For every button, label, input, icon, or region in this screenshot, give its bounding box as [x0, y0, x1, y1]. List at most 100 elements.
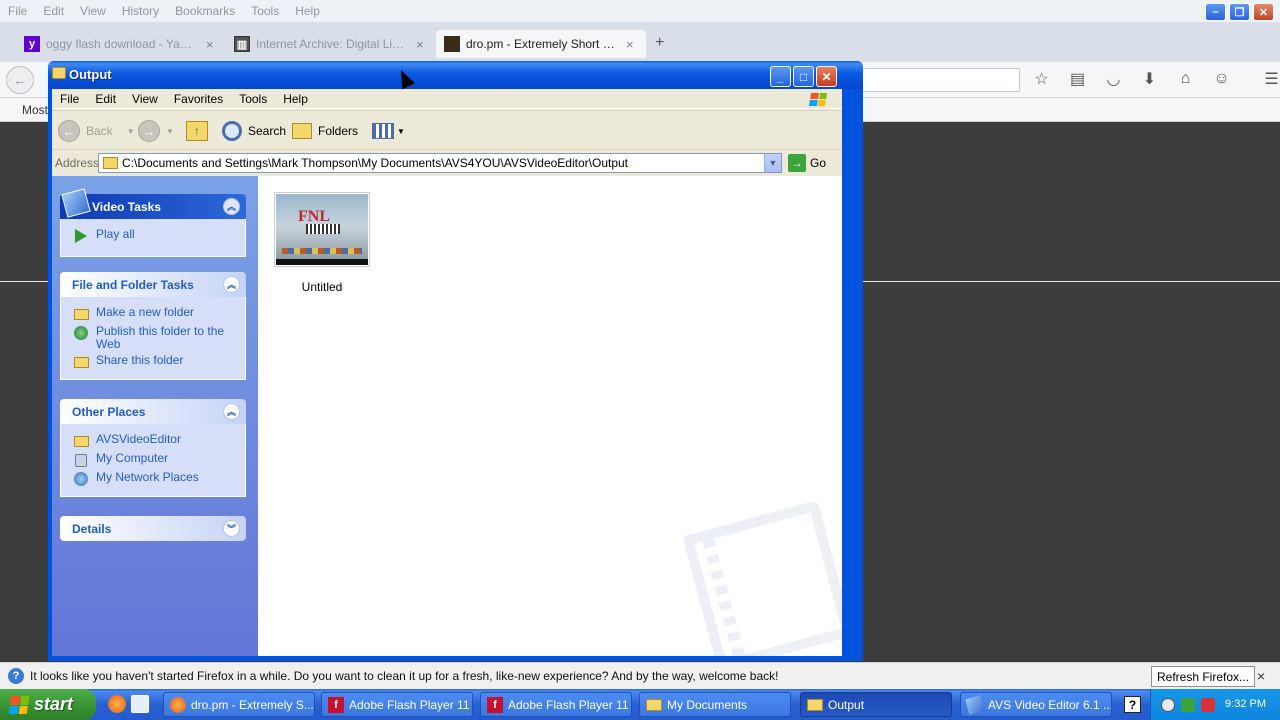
- folders-icon: [292, 123, 312, 139]
- firefox-restore-button[interactable]: ❐: [1229, 3, 1250, 21]
- firefox-quicklaunch-icon[interactable]: [108, 695, 126, 713]
- taskbar-item-output[interactable]: Output: [800, 692, 952, 717]
- firefox-tabbar: y oggy flash download - Yahoo ... × ▥ In…: [0, 22, 1280, 62]
- tab-yahoo[interactable]: y oggy flash download - Yahoo ... ×: [16, 30, 222, 58]
- share-folder-link[interactable]: Share this folder: [73, 354, 245, 370]
- taskbar-item-dro-pm[interactable]: dro.pm - Extremely S...: [163, 692, 315, 717]
- play-all-link[interactable]: Play all: [73, 228, 245, 244]
- firefox-menu-view[interactable]: View: [72, 4, 114, 18]
- address-dropdown-icon[interactable]: ▼: [764, 154, 781, 172]
- my-network-places-link[interactable]: My Network Places: [73, 471, 245, 487]
- details-header[interactable]: Details ︾: [60, 516, 246, 541]
- tab-label: dro.pm - Extremely Short Links: [466, 37, 616, 51]
- collapse-chevron-icon[interactable]: ︽: [223, 276, 240, 293]
- publish-folder-link[interactable]: Publish this folder to the Web: [73, 325, 245, 351]
- explorer-menubar: File Edit View Favorites Tools Help: [52, 89, 842, 109]
- firefox-menu-help[interactable]: Help: [287, 4, 328, 18]
- taskbar-item-flash-1[interactable]: f Adobe Flash Player 11: [321, 692, 473, 717]
- menu-file[interactable]: File: [52, 92, 87, 106]
- minimize-button[interactable]: _: [770, 66, 791, 87]
- reading-list-icon[interactable]: ▤: [1066, 68, 1089, 90]
- task-label: AVS Video Editor 6.1 ...: [988, 697, 1112, 712]
- tab-close-icon[interactable]: ×: [206, 37, 214, 52]
- collapse-chevron-icon[interactable]: ︽: [223, 403, 240, 420]
- thumbnail-strip: [282, 248, 362, 254]
- start-button[interactable]: start: [0, 689, 96, 720]
- expand-chevron-icon[interactable]: ︾: [223, 520, 240, 537]
- explorer-body: File Edit View Favorites Tools Help ← Ba…: [52, 89, 842, 656]
- tab-internet-archive[interactable]: ▥ Internet Archive: Digital Libra... ×: [226, 30, 432, 58]
- hamburger-menu-icon[interactable]: ☰: [1260, 68, 1280, 90]
- menu-view[interactable]: View: [124, 92, 166, 106]
- make-new-folder-link[interactable]: Make a new folder: [73, 306, 245, 322]
- address-input[interactable]: C:\Documents and Settings\Mark Thompson\…: [98, 153, 782, 173]
- firefox-menu-tools[interactable]: Tools: [243, 4, 287, 18]
- notification-close-icon[interactable]: ×: [1257, 668, 1265, 684]
- folder-icon: [103, 157, 118, 169]
- firefox-menu-file[interactable]: File: [0, 4, 35, 18]
- tab-close-icon[interactable]: ×: [416, 37, 424, 52]
- window-title: Output: [69, 67, 112, 82]
- video-tasks-header[interactable]: Video Tasks ︽: [60, 188, 246, 219]
- avsvideoeditor-link[interactable]: AVSVideoEditor: [73, 433, 245, 449]
- taskbar-item-flash-2[interactable]: f Adobe Flash Player 11: [480, 692, 632, 717]
- panel-item-label: My Network Places: [96, 470, 199, 484]
- info-icon: ?: [8, 668, 24, 684]
- menu-edit[interactable]: Edit: [87, 92, 124, 106]
- taskbar-item-my-documents[interactable]: My Documents: [639, 692, 791, 717]
- tray-security-icon[interactable]: [1201, 697, 1215, 712]
- firefox-menu-bookmarks[interactable]: Bookmarks: [167, 4, 243, 18]
- video-file-thumbnail[interactable]: FNL: [274, 192, 370, 267]
- menu-tools[interactable]: Tools: [231, 92, 275, 106]
- tray-shield-icon[interactable]: [1181, 697, 1195, 712]
- menu-favorites[interactable]: Favorites: [166, 92, 231, 106]
- folder-icon: [807, 698, 823, 711]
- folders-button[interactable]: Folders: [292, 119, 358, 143]
- help-icon[interactable]: ?: [1124, 696, 1141, 713]
- other-places-header[interactable]: Other Places ︽: [60, 399, 246, 424]
- bookmark-most-visited[interactable]: Most: [22, 103, 48, 117]
- up-folder-button[interactable]: ↑: [186, 119, 208, 143]
- tray-clock-icon[interactable]: [1161, 697, 1175, 712]
- firefox-close-button[interactable]: ✕: [1253, 3, 1274, 21]
- close-button[interactable]: ✕: [816, 66, 837, 87]
- firefox-back-button[interactable]: ←: [6, 66, 34, 94]
- views-icon: [372, 123, 394, 139]
- explorer-titlebar[interactable]: Output _ □ ✕: [48, 61, 863, 89]
- refresh-firefox-button[interactable]: Refresh Firefox...: [1151, 666, 1256, 687]
- my-computer-link[interactable]: My Computer: [73, 452, 245, 468]
- bookmark-star-icon[interactable]: ☆: [1030, 68, 1053, 90]
- pocket-icon[interactable]: ◡: [1102, 68, 1125, 90]
- forward-button[interactable]: → ▼: [138, 119, 174, 143]
- back-button[interactable]: ← Back ▼: [58, 119, 135, 143]
- firefox-url-input[interactable]: [862, 68, 1020, 92]
- home-icon[interactable]: ⌂: [1174, 68, 1197, 90]
- windows-logo-icon: [802, 90, 833, 109]
- archive-icon: ▥: [234, 36, 250, 52]
- firefox-menu-history[interactable]: History: [114, 4, 167, 18]
- maximize-button[interactable]: □: [793, 66, 814, 87]
- firefox-menu-edit[interactable]: Edit: [35, 4, 72, 18]
- tab-close-icon[interactable]: ×: [626, 37, 634, 52]
- dro-pm-icon: [444, 36, 460, 52]
- clock[interactable]: 9:32 PM: [1225, 698, 1266, 710]
- views-button[interactable]: ▼: [372, 119, 405, 143]
- chevron-down-icon: ▼: [397, 126, 405, 136]
- download-icon[interactable]: ⬇: [1138, 68, 1161, 90]
- tab-dro-pm[interactable]: dro.pm - Extremely Short Links ×: [436, 30, 646, 58]
- file-name-label[interactable]: Untitled: [274, 280, 370, 294]
- taskbar-item-avs-video-editor[interactable]: AVS Video Editor 6.1 ...: [960, 692, 1112, 717]
- share-folder-icon: [73, 354, 89, 370]
- computer-icon: [73, 452, 89, 468]
- file-folder-tasks-header[interactable]: File and Folder Tasks ︽: [60, 272, 246, 297]
- go-button[interactable]: → Go: [788, 153, 826, 173]
- chat-icon[interactable]: ☺: [1210, 68, 1233, 90]
- menu-help[interactable]: Help: [275, 92, 316, 106]
- new-tab-button[interactable]: +: [655, 34, 664, 52]
- tab-label: Internet Archive: Digital Libra...: [256, 37, 406, 51]
- collapse-chevron-icon[interactable]: ︽: [223, 198, 240, 215]
- firefox-minimize-button[interactable]: –: [1205, 3, 1226, 21]
- address-bar: Address C:\Documents and Settings\Mark T…: [52, 151, 842, 175]
- show-desktop-icon[interactable]: [131, 695, 149, 713]
- search-button[interactable]: Search: [222, 119, 286, 143]
